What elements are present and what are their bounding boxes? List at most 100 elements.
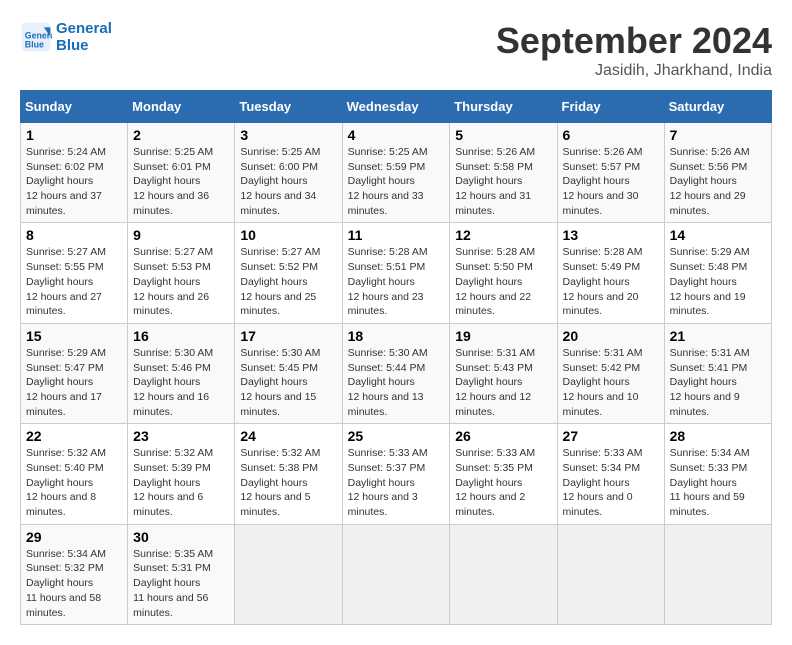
day-info: Sunrise: 5:28 AM Sunset: 5:51 PM Dayligh…	[348, 245, 445, 318]
calendar-cell	[235, 524, 342, 624]
calendar-cell: 26 Sunrise: 5:33 AM Sunset: 5:35 PM Dayl…	[450, 424, 557, 524]
calendar-cell: 3 Sunrise: 5:25 AM Sunset: 6:00 PM Dayli…	[235, 123, 342, 223]
day-number: 19	[455, 328, 551, 344]
day-number: 9	[133, 227, 229, 243]
title-area: September 2024 Jasidih, Jharkhand, India	[496, 20, 772, 80]
day-info: Sunrise: 5:25 AM Sunset: 6:01 PM Dayligh…	[133, 145, 229, 218]
day-info: Sunrise: 5:33 AM Sunset: 5:37 PM Dayligh…	[348, 446, 445, 519]
calendar-cell: 8 Sunrise: 5:27 AM Sunset: 5:55 PM Dayli…	[21, 223, 128, 323]
day-number: 30	[133, 529, 229, 545]
day-number: 17	[240, 328, 336, 344]
day-info: Sunrise: 5:34 AM Sunset: 5:32 PM Dayligh…	[26, 547, 122, 620]
day-info: Sunrise: 5:26 AM Sunset: 5:57 PM Dayligh…	[563, 145, 659, 218]
day-number: 20	[563, 328, 659, 344]
day-info: Sunrise: 5:25 AM Sunset: 6:00 PM Dayligh…	[240, 145, 336, 218]
header-cell-monday: Monday	[128, 91, 235, 123]
day-info: Sunrise: 5:27 AM Sunset: 5:53 PM Dayligh…	[133, 245, 229, 318]
week-row-4: 22 Sunrise: 5:32 AM Sunset: 5:40 PM Dayl…	[21, 424, 772, 524]
day-number: 6	[563, 127, 659, 143]
calendar-cell: 24 Sunrise: 5:32 AM Sunset: 5:38 PM Dayl…	[235, 424, 342, 524]
logo-icon: General Blue	[20, 21, 52, 53]
day-number: 3	[240, 127, 336, 143]
header: General Blue GeneralBlue September 2024 …	[20, 20, 772, 80]
day-info: Sunrise: 5:29 AM Sunset: 5:48 PM Dayligh…	[670, 245, 766, 318]
calendar-cell: 1 Sunrise: 5:24 AM Sunset: 6:02 PM Dayli…	[21, 123, 128, 223]
calendar-cell: 7 Sunrise: 5:26 AM Sunset: 5:56 PM Dayli…	[664, 123, 771, 223]
day-number: 11	[348, 227, 445, 243]
logo: General Blue GeneralBlue	[20, 20, 112, 54]
day-number: 16	[133, 328, 229, 344]
day-info: Sunrise: 5:27 AM Sunset: 5:52 PM Dayligh…	[240, 245, 336, 318]
header-cell-wednesday: Wednesday	[342, 91, 450, 123]
calendar-body: 1 Sunrise: 5:24 AM Sunset: 6:02 PM Dayli…	[21, 123, 772, 625]
day-number: 7	[670, 127, 766, 143]
calendar-cell: 14 Sunrise: 5:29 AM Sunset: 5:48 PM Dayl…	[664, 223, 771, 323]
calendar-cell: 11 Sunrise: 5:28 AM Sunset: 5:51 PM Dayl…	[342, 223, 450, 323]
calendar-cell: 12 Sunrise: 5:28 AM Sunset: 5:50 PM Dayl…	[450, 223, 557, 323]
svg-text:Blue: Blue	[25, 39, 44, 49]
header-cell-sunday: Sunday	[21, 91, 128, 123]
day-info: Sunrise: 5:29 AM Sunset: 5:47 PM Dayligh…	[26, 346, 122, 419]
day-number: 21	[670, 328, 766, 344]
day-number: 23	[133, 428, 229, 444]
calendar-table: SundayMondayTuesdayWednesdayThursdayFrid…	[20, 90, 772, 625]
calendar-cell: 29 Sunrise: 5:34 AM Sunset: 5:32 PM Dayl…	[21, 524, 128, 624]
day-info: Sunrise: 5:24 AM Sunset: 6:02 PM Dayligh…	[26, 145, 122, 218]
day-info: Sunrise: 5:32 AM Sunset: 5:39 PM Dayligh…	[133, 446, 229, 519]
calendar-cell: 15 Sunrise: 5:29 AM Sunset: 5:47 PM Dayl…	[21, 323, 128, 423]
header-row: SundayMondayTuesdayWednesdayThursdayFrid…	[21, 91, 772, 123]
calendar-cell	[664, 524, 771, 624]
day-number: 24	[240, 428, 336, 444]
calendar-cell: 6 Sunrise: 5:26 AM Sunset: 5:57 PM Dayli…	[557, 123, 664, 223]
day-number: 8	[26, 227, 122, 243]
day-info: Sunrise: 5:30 AM Sunset: 5:44 PM Dayligh…	[348, 346, 445, 419]
week-row-3: 15 Sunrise: 5:29 AM Sunset: 5:47 PM Dayl…	[21, 323, 772, 423]
day-number: 15	[26, 328, 122, 344]
day-info: Sunrise: 5:30 AM Sunset: 5:45 PM Dayligh…	[240, 346, 336, 419]
week-row-2: 8 Sunrise: 5:27 AM Sunset: 5:55 PM Dayli…	[21, 223, 772, 323]
calendar-cell: 28 Sunrise: 5:34 AM Sunset: 5:33 PM Dayl…	[664, 424, 771, 524]
day-number: 10	[240, 227, 336, 243]
day-info: Sunrise: 5:33 AM Sunset: 5:35 PM Dayligh…	[455, 446, 551, 519]
calendar-cell: 23 Sunrise: 5:32 AM Sunset: 5:39 PM Dayl…	[128, 424, 235, 524]
day-number: 26	[455, 428, 551, 444]
day-info: Sunrise: 5:32 AM Sunset: 5:40 PM Dayligh…	[26, 446, 122, 519]
calendar-cell: 5 Sunrise: 5:26 AM Sunset: 5:58 PM Dayli…	[450, 123, 557, 223]
day-info: Sunrise: 5:31 AM Sunset: 5:41 PM Dayligh…	[670, 346, 766, 419]
calendar-cell: 30 Sunrise: 5:35 AM Sunset: 5:31 PM Dayl…	[128, 524, 235, 624]
day-info: Sunrise: 5:28 AM Sunset: 5:49 PM Dayligh…	[563, 245, 659, 318]
location: Jasidih, Jharkhand, India	[496, 62, 772, 80]
day-number: 2	[133, 127, 229, 143]
calendar-cell: 9 Sunrise: 5:27 AM Sunset: 5:53 PM Dayli…	[128, 223, 235, 323]
calendar-cell: 17 Sunrise: 5:30 AM Sunset: 5:45 PM Dayl…	[235, 323, 342, 423]
logo-text: GeneralBlue	[56, 20, 112, 54]
day-number: 1	[26, 127, 122, 143]
day-info: Sunrise: 5:35 AM Sunset: 5:31 PM Dayligh…	[133, 547, 229, 620]
day-number: 25	[348, 428, 445, 444]
day-info: Sunrise: 5:28 AM Sunset: 5:50 PM Dayligh…	[455, 245, 551, 318]
calendar-cell	[557, 524, 664, 624]
day-info: Sunrise: 5:26 AM Sunset: 5:58 PM Dayligh…	[455, 145, 551, 218]
day-info: Sunrise: 5:30 AM Sunset: 5:46 PM Dayligh…	[133, 346, 229, 419]
header-cell-tuesday: Tuesday	[235, 91, 342, 123]
calendar-cell: 4 Sunrise: 5:25 AM Sunset: 5:59 PM Dayli…	[342, 123, 450, 223]
week-row-5: 29 Sunrise: 5:34 AM Sunset: 5:32 PM Dayl…	[21, 524, 772, 624]
day-number: 13	[563, 227, 659, 243]
day-number: 22	[26, 428, 122, 444]
day-number: 29	[26, 529, 122, 545]
week-row-1: 1 Sunrise: 5:24 AM Sunset: 6:02 PM Dayli…	[21, 123, 772, 223]
day-number: 5	[455, 127, 551, 143]
day-number: 28	[670, 428, 766, 444]
calendar-cell: 10 Sunrise: 5:27 AM Sunset: 5:52 PM Dayl…	[235, 223, 342, 323]
calendar-cell	[342, 524, 450, 624]
calendar-cell: 13 Sunrise: 5:28 AM Sunset: 5:49 PM Dayl…	[557, 223, 664, 323]
day-info: Sunrise: 5:33 AM Sunset: 5:34 PM Dayligh…	[563, 446, 659, 519]
calendar-cell: 2 Sunrise: 5:25 AM Sunset: 6:01 PM Dayli…	[128, 123, 235, 223]
day-number: 12	[455, 227, 551, 243]
day-info: Sunrise: 5:25 AM Sunset: 5:59 PM Dayligh…	[348, 145, 445, 218]
calendar-cell: 19 Sunrise: 5:31 AM Sunset: 5:43 PM Dayl…	[450, 323, 557, 423]
header-cell-thursday: Thursday	[450, 91, 557, 123]
calendar-cell: 18 Sunrise: 5:30 AM Sunset: 5:44 PM Dayl…	[342, 323, 450, 423]
header-cell-friday: Friday	[557, 91, 664, 123]
day-number: 27	[563, 428, 659, 444]
